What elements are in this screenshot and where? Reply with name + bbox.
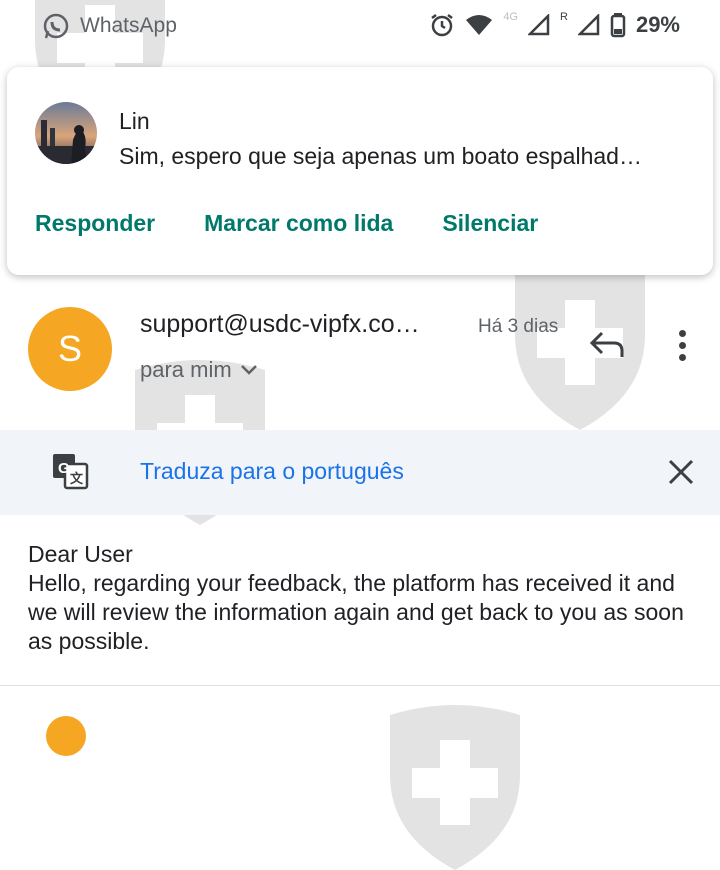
next-message-avatar [46,716,86,756]
email-header: S support@usdc-vipfx.co… Há 3 dias para … [0,290,720,415]
mark-read-action-button[interactable]: Marcar como lida [204,210,393,237]
svg-text:G: G [58,460,70,477]
battery-icon [610,13,626,38]
notification-card[interactable]: Lin Sim, espero que seja apenas um boato… [7,67,713,275]
roaming-indicator: R [560,11,568,23]
status-bar: WhatsApp 4G R 29% [0,0,720,58]
signal-icon [528,14,550,36]
network-type: 4G [503,11,518,23]
contact-avatar [35,102,97,164]
translate-link[interactable]: Traduza para o português [140,458,404,485]
alarm-icon [431,14,454,37]
reply-icon[interactable] [588,327,628,363]
notification-actions: Responder Marcar como lida Silenciar [35,210,587,237]
more-options-icon[interactable] [667,325,697,365]
sender-email[interactable]: support@usdc-vipfx.co… [140,310,420,339]
recipient-toggle[interactable]: para mim [140,357,258,383]
notification-message: Sim, espero que seja apenas um boato esp… [119,143,642,169]
recipient-label: para mim [140,357,232,382]
email-greeting: Dear User [28,541,133,567]
wifi-icon [466,15,493,35]
translate-icon: G文 [53,454,89,490]
whatsapp-icon [43,13,69,39]
battery-level: 29% [635,12,680,37]
divider [0,685,720,686]
chevron-down-icon [240,365,257,375]
sender-avatar[interactable]: S [28,307,112,391]
translate-bar: G文 Traduza para o português [0,430,720,515]
signal-roaming-icon [577,14,600,36]
status-app: WhatsApp [42,12,177,40]
status-indicators: 4G R 29% [429,11,680,38]
svg-text:文: 文 [70,471,84,486]
email-time: Há 3 dias [478,316,559,337]
close-icon[interactable] [664,455,698,489]
mute-action-button[interactable]: Silenciar [442,210,538,237]
watermark-shield-icon [390,705,520,870]
reply-action-button[interactable]: Responder [35,210,155,237]
email-body-text: Hello, regarding your feedback, the plat… [28,570,684,654]
notification-sender: Lin [119,108,150,134]
email-body: Dear User Hello, regarding your feedback… [28,540,698,656]
status-app-name: WhatsApp [80,14,177,37]
